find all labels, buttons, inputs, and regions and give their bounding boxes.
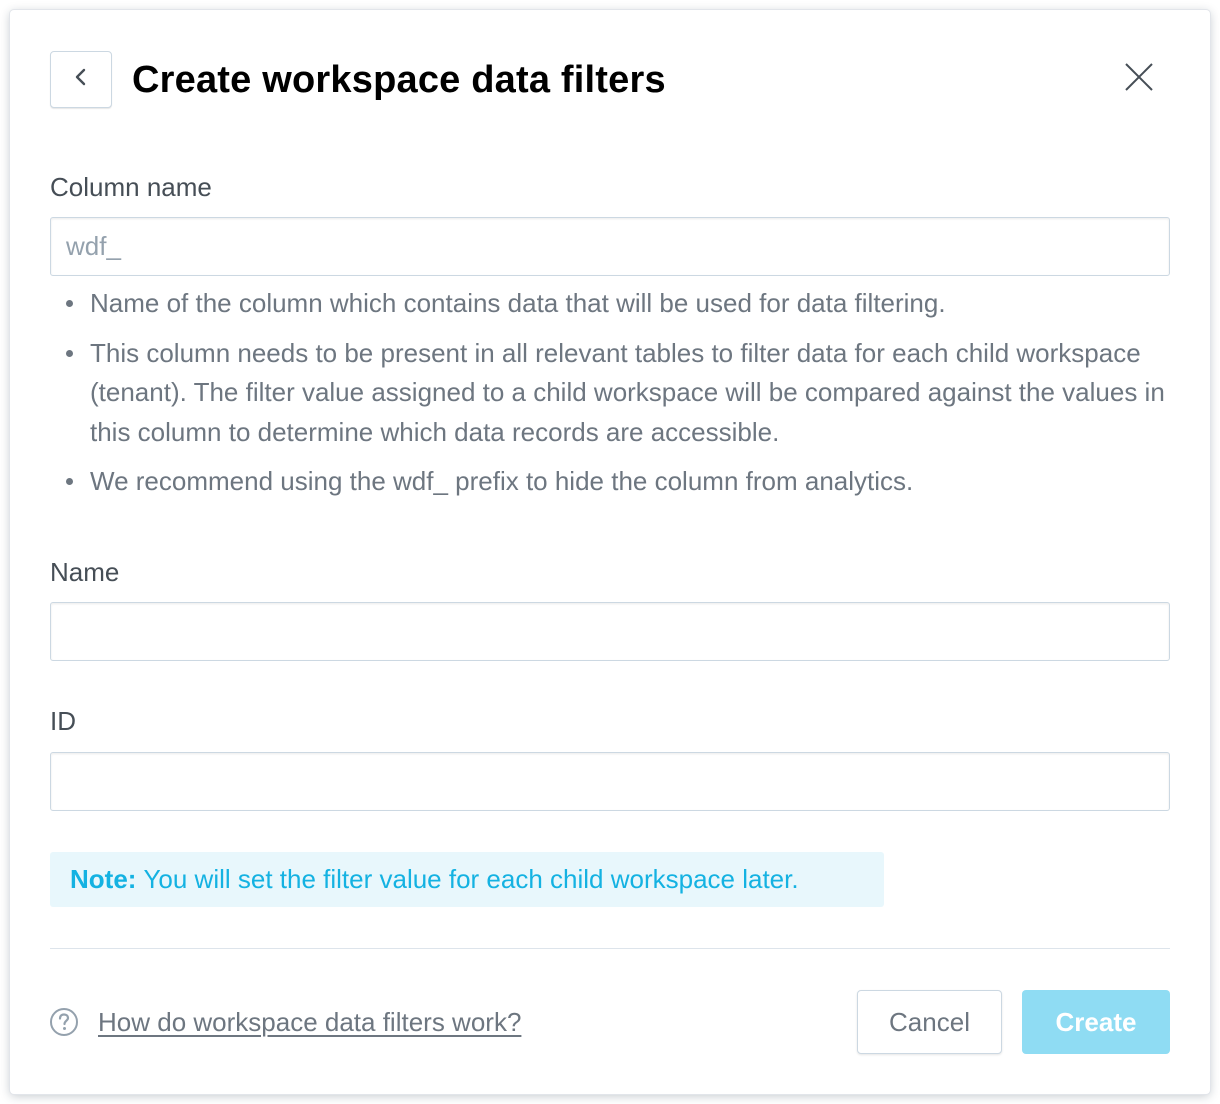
name-input[interactable] bbox=[50, 602, 1170, 661]
note-banner: Note: You will set the filter value for … bbox=[50, 852, 884, 907]
dialog-title: Create workspace data filters bbox=[132, 56, 666, 104]
note-prefix: Note: bbox=[70, 864, 136, 895]
id-input[interactable] bbox=[50, 752, 1170, 811]
id-label: ID bbox=[50, 704, 76, 738]
column-name-input[interactable] bbox=[50, 217, 1170, 276]
bullet-icon bbox=[66, 300, 73, 307]
footer-divider bbox=[50, 948, 1170, 949]
bullet-icon bbox=[66, 350, 73, 357]
hint-item: Name of the column which contains data t… bbox=[50, 284, 1170, 324]
hint-text: We recommend using the wdf_ prefix to hi… bbox=[90, 466, 913, 496]
hint-text: Name of the column which contains data t… bbox=[90, 288, 946, 318]
bullet-icon bbox=[66, 478, 73, 485]
hint-item: We recommend using the wdf_ prefix to hi… bbox=[50, 462, 1170, 502]
help-link[interactable]: How do workspace data filters work? bbox=[98, 1005, 521, 1039]
column-name-label: Column name bbox=[50, 170, 212, 204]
close-button[interactable] bbox=[1120, 60, 1158, 98]
hint-text: This column needs to be present in all r… bbox=[90, 338, 1165, 447]
name-label: Name bbox=[50, 555, 119, 589]
back-button[interactable] bbox=[50, 51, 112, 108]
hint-item: This column needs to be present in all r… bbox=[50, 334, 1170, 453]
close-icon bbox=[1123, 61, 1155, 98]
create-workspace-data-filters-dialog: Create workspace data filters Column nam… bbox=[10, 10, 1210, 1094]
create-button[interactable]: Create bbox=[1022, 990, 1170, 1054]
note-text: You will set the filter value for each c… bbox=[143, 864, 798, 895]
question-circle-icon bbox=[49, 1007, 79, 1037]
column-name-hints: Name of the column which contains data t… bbox=[50, 284, 1170, 512]
cancel-button[interactable]: Cancel bbox=[857, 990, 1002, 1054]
chevron-left-icon bbox=[74, 66, 88, 93]
